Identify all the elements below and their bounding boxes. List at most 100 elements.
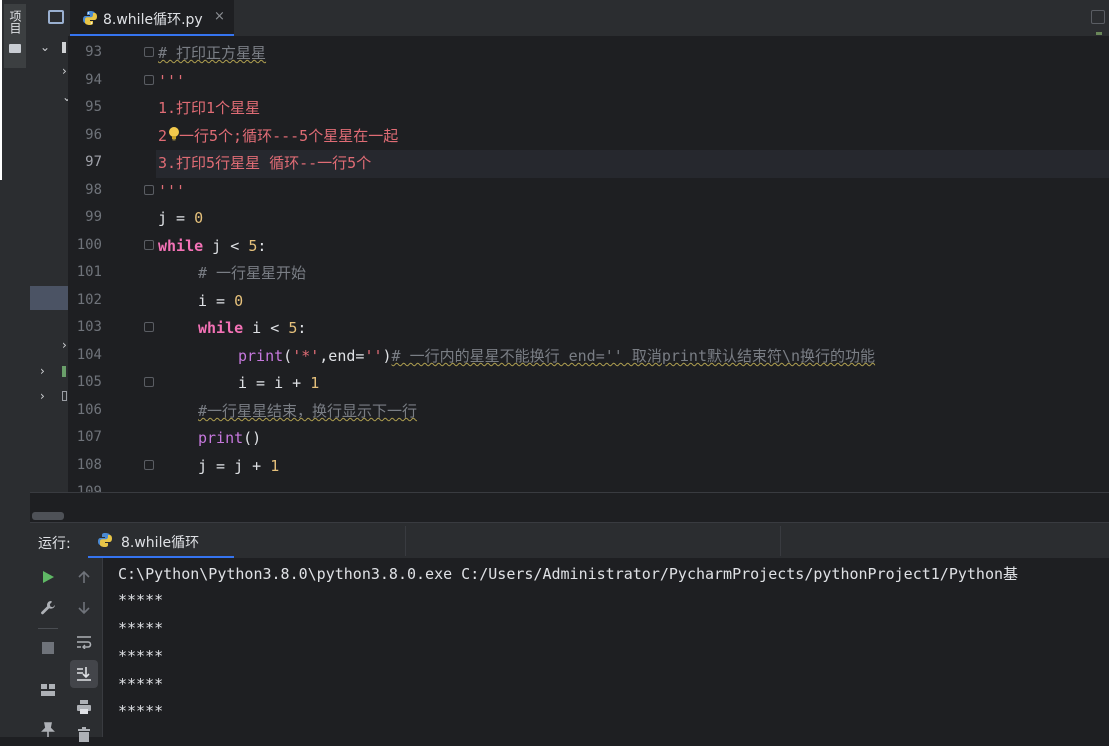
chevron-right-icon[interactable]: ›	[40, 389, 45, 403]
code-token: i = i +	[238, 374, 311, 392]
code-token: ,end=	[319, 347, 365, 365]
code-line-99[interactable]: j = 0	[158, 204, 203, 232]
fold-marker[interactable]	[144, 185, 154, 195]
divider	[405, 526, 406, 556]
console-output-line: *****	[118, 675, 164, 693]
keyword: while	[198, 319, 244, 337]
chevron-down-icon[interactable]: ⌄	[40, 40, 50, 54]
console-output[interactable]	[103, 558, 1109, 737]
code-line-102[interactable]: i = 0	[198, 287, 243, 315]
fold-marker[interactable]	[144, 377, 154, 387]
code-line-96[interactable]: 2 一行5个;循环---5个星星在一起	[158, 122, 398, 150]
editor-tab-active[interactable]: 8.while循环.py ×	[70, 0, 234, 36]
code-line-107[interactable]: print()	[198, 424, 261, 452]
code-line-95[interactable]: 1.打印1个星星	[158, 94, 260, 122]
stop-icon[interactable]	[36, 636, 60, 660]
code-line-106[interactable]: #一行星星结束，换行显示下一行	[198, 397, 417, 425]
number-literal: 5	[288, 319, 298, 337]
line-number: 108	[76, 457, 102, 473]
docstring: 2	[158, 127, 168, 145]
code-token: )	[382, 347, 392, 365]
code-line-93[interactable]: # 打印正方星星	[158, 39, 266, 67]
string-literal: '*'	[292, 347, 320, 365]
project-view-icon[interactable]	[48, 10, 64, 24]
line-number: 94	[85, 72, 102, 88]
line-number: 96	[85, 127, 102, 143]
code-line-104[interactable]: print('*',end='')# 一行内的星星不能换行 end='' 取消p…	[238, 342, 875, 370]
scroll-to-end-icon[interactable]	[70, 660, 98, 688]
tool-window-stripe	[0, 0, 31, 737]
code-token: ()	[243, 429, 262, 447]
arrow-up-icon[interactable]	[72, 565, 96, 589]
string-literal: ''	[364, 347, 383, 365]
tree-item-selected[interactable]	[30, 286, 68, 310]
arrow-down-icon[interactable]	[72, 596, 96, 620]
line-number: 98	[85, 182, 102, 198]
lightbulb-icon[interactable]	[168, 127, 180, 141]
play-icon[interactable]	[36, 565, 60, 589]
code-token: j = j +	[198, 457, 271, 475]
chevron-right-icon[interactable]: ›	[62, 338, 67, 352]
docstring: 3.打印5行星星 循环--一行5个	[158, 154, 372, 172]
number-literal: 5	[248, 237, 258, 255]
wrench-icon[interactable]	[36, 596, 60, 620]
code-token: i =	[198, 292, 235, 310]
run-tab-title: 8.while循环	[121, 535, 200, 551]
divider	[780, 526, 781, 556]
code-token: :	[297, 319, 307, 337]
docstring: 一行5个;循环---5个星星在一起	[179, 127, 399, 145]
tree-node-icon	[62, 42, 66, 53]
code-line-108[interactable]: j = j + 1	[198, 452, 279, 480]
print-icon[interactable]	[72, 695, 96, 719]
chevron-right-icon[interactable]: ›	[40, 364, 45, 378]
number-literal: 0	[194, 209, 204, 227]
tree-node-icon	[62, 366, 66, 377]
code-line-105[interactable]: i = i + 1	[238, 369, 319, 397]
builtin-function: print	[198, 429, 244, 447]
number-literal: 0	[234, 292, 244, 310]
code-line-97[interactable]: 3.打印5行星星 循环--一行5个	[158, 149, 371, 177]
folder-icon	[9, 44, 21, 53]
fold-marker[interactable]	[144, 240, 154, 250]
line-number-current: 97	[85, 154, 102, 170]
chevron-right-icon[interactable]: ›	[62, 64, 67, 78]
python-icon	[98, 533, 112, 547]
builtin-function: print	[238, 347, 284, 365]
fold-marker[interactable]	[144, 322, 154, 332]
line-number: 99	[85, 209, 102, 225]
line-number: 105	[76, 374, 102, 390]
code-line-103[interactable]: while i < 5:	[198, 314, 306, 342]
code-token: j =	[158, 209, 195, 227]
pin-icon[interactable]	[36, 718, 60, 742]
layout-icon[interactable]	[36, 678, 60, 702]
horizontal-scrollbar[interactable]	[30, 492, 1109, 523]
line-number: 100	[76, 237, 102, 253]
project-tab-label: 项目	[8, 10, 22, 34]
docstring: 1.打印1个星星	[158, 99, 261, 117]
fold-marker[interactable]	[144, 47, 154, 57]
line-number: 102	[76, 292, 102, 308]
code-token: (	[283, 347, 293, 365]
code-line-100[interactable]: while j < 5:	[158, 232, 266, 260]
console-output-line: *****	[118, 702, 164, 720]
run-tab[interactable]: 8.while循环	[88, 524, 234, 558]
scrollbar-thumb[interactable]	[32, 512, 64, 520]
trash-icon[interactable]	[72, 722, 96, 746]
docstring: '''	[158, 182, 186, 200]
divider	[38, 628, 58, 629]
line-number: 107	[76, 429, 102, 445]
close-icon[interactable]: ×	[214, 9, 225, 24]
line-number: 93	[85, 44, 102, 60]
fold-marker[interactable]	[144, 75, 154, 85]
line-number: 101	[76, 264, 102, 280]
code-line-94[interactable]: '''	[158, 67, 185, 95]
soft-wrap-icon[interactable]	[72, 630, 96, 654]
project-tool-tab[interactable]: 项目	[4, 4, 26, 68]
run-panel-label: 运行:	[38, 536, 71, 552]
code-line-98[interactable]: '''	[158, 177, 185, 205]
python-file-icon	[83, 11, 97, 25]
code-line-101[interactable]: # 一行星星开始	[198, 259, 306, 287]
fold-marker[interactable]	[144, 460, 154, 470]
keyword: while	[158, 237, 204, 255]
editor-tab-title: 8.while循环.py	[103, 12, 203, 28]
